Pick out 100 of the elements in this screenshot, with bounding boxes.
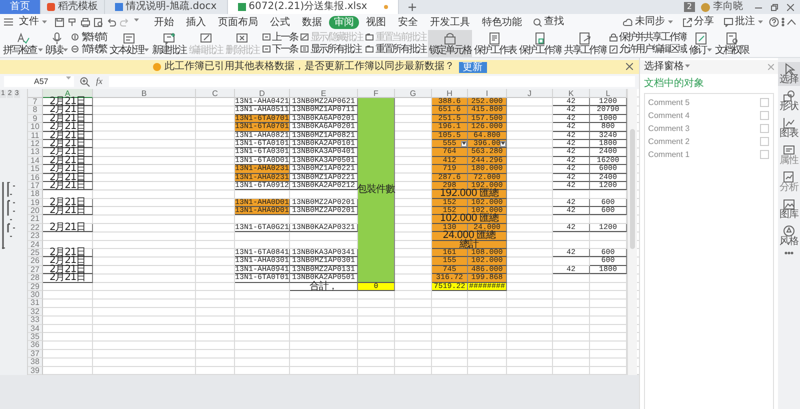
user-name[interactable]: 李向晓 — [713, 0, 743, 14]
format-painter-icon[interactable] — [68, 18, 77, 26]
name-box[interactable]: A57 — [4, 76, 74, 87]
visibility-checkbox[interactable] — [760, 111, 769, 120]
ribbon-tab[interactable]: 开发工具 — [425, 16, 475, 28]
ribbon-button[interactable]: 下一条 — [262, 44, 298, 55]
ribbon-button[interactable]: 朗读 — [44, 30, 70, 57]
collapse-icon[interactable] — [787, 19, 796, 25]
ribbon-tab[interactable]: 插入 — [181, 16, 211, 28]
row-number[interactable]: 13 — [28, 148, 43, 157]
row-number[interactable]: 38 — [28, 358, 43, 366]
zoom-in-icon[interactable] — [80, 76, 90, 86]
column-header[interactable]: C — [196, 89, 235, 98]
ribbon-button[interactable]: 重置所有批注 — [365, 44, 426, 55]
ribbon-tab[interactable]: 页面布局 — [213, 16, 263, 28]
visibility-checkbox[interactable] — [760, 98, 769, 107]
ribbon-tab[interactable]: 视图 — [361, 16, 391, 28]
row-number[interactable]: 7 — [28, 98, 43, 106]
object-item[interactable]: Comment 3 — [648, 124, 690, 133]
visibility-checkbox[interactable] — [760, 124, 769, 133]
side-tool-button[interactable]: 风格 — [778, 224, 800, 248]
ribbon-button[interactable]: 显示所有批注 — [300, 44, 362, 55]
row-number[interactable]: 23 — [28, 232, 43, 241]
row-number[interactable]: 36 — [28, 341, 43, 350]
ribbon-tab[interactable]: 开始 — [149, 16, 179, 28]
object-item[interactable]: Comment 4 — [648, 111, 690, 120]
object-item[interactable]: Comment 2 — [648, 137, 690, 146]
visibility-checkbox[interactable] — [760, 137, 769, 146]
close-icon[interactable] — [787, 4, 794, 10]
row-number[interactable]: 18 — [28, 190, 43, 199]
ribbon-button[interactable]: 保护工作表 — [472, 30, 517, 57]
save-icon[interactable] — [55, 18, 64, 26]
visibility-checkbox[interactable] — [760, 150, 769, 159]
file-menu[interactable]: 文件 — [15, 15, 51, 29]
ribbon-button[interactable]: 锁定单元格 — [428, 30, 472, 57]
ribbon-tab[interactable]: 数据 — [297, 16, 327, 28]
sync-button[interactable]: 未同步 — [619, 15, 677, 29]
ribbon-button[interactable]: 文本处理 — [108, 30, 150, 57]
column-header[interactable]: B — [93, 89, 196, 98]
ribbon-button[interactable]: 保护工作簿 — [518, 30, 562, 57]
comment-button[interactable]: 批注 — [720, 15, 767, 29]
side-tool-button[interactable]: 选择 — [778, 62, 800, 86]
ribbon-button[interactable]: 文档权限 — [714, 30, 750, 57]
ribbon-button[interactable]: 新建批注 — [151, 30, 187, 57]
side-tool-button[interactable]: 图库 — [778, 197, 800, 221]
column-header[interactable]: H — [432, 89, 468, 98]
row-number[interactable]: 25 — [28, 249, 43, 258]
share-button[interactable]: 分享 — [679, 15, 718, 29]
column-header[interactable]: K — [553, 89, 590, 98]
row-number[interactable]: 10 — [28, 123, 43, 132]
row-number[interactable]: 33 — [28, 316, 43, 325]
ribbon-button[interactable]: 拼写检查 — [2, 30, 44, 57]
dropdown-button[interactable] — [461, 140, 467, 147]
row-number[interactable]: 8 — [28, 106, 43, 115]
document-tab[interactable]: 6072(2.21)分送集报.xlsx — [228, 0, 400, 14]
vertical-scrollbar[interactable] — [627, 89, 637, 375]
row-number[interactable]: 20 — [28, 207, 43, 216]
object-item[interactable]: Comment 1 — [648, 150, 690, 159]
row-number[interactable]: 26 — [28, 257, 43, 266]
restore-icon[interactable] — [771, 4, 778, 10]
side-tool-button[interactable]: 形状 — [778, 89, 800, 113]
row-number[interactable]: 31 — [28, 299, 43, 308]
update-button[interactable]: 更新 — [458, 62, 487, 72]
ribbon-button[interactable]: 上一条 — [262, 32, 298, 43]
ribbon-tab[interactable]: 审阅 — [329, 16, 359, 28]
row-number[interactable]: 28 — [28, 274, 43, 283]
undo-icon[interactable] — [107, 18, 116, 26]
ribbon-button[interactable]: 保护并共享工作簿 — [608, 32, 686, 43]
function-button[interactable]: fx — [96, 76, 102, 87]
ribbon-button[interactable]: 修订 — [688, 30, 713, 57]
search-button[interactable]: 查找 — [529, 15, 568, 29]
row-number[interactable]: 21 — [28, 215, 43, 224]
more-icon[interactable] — [784, 251, 794, 255]
dropdown-button[interactable] — [500, 140, 506, 147]
close-icon[interactable] — [626, 63, 634, 70]
object-item[interactable]: Comment 5 — [648, 98, 690, 107]
ribbon-tab[interactable]: 安全 — [393, 16, 423, 28]
print-preview-icon[interactable] — [94, 18, 103, 26]
column-header[interactable]: G — [395, 89, 432, 98]
column-header[interactable]: L — [590, 89, 627, 98]
ribbon-tab[interactable]: 特色功能 — [477, 16, 527, 28]
ribbon-tab[interactable]: 公式 — [265, 16, 295, 28]
ribbon-button[interactable]: 允许用户编辑区域 — [608, 44, 686, 55]
column-header[interactable]: I — [468, 89, 507, 98]
ribbon-button[interactable]: 共享工作簿 — [562, 30, 607, 57]
table-cell: 2月21日 — [43, 257, 93, 266]
menu-icon[interactable] — [4, 18, 13, 26]
more-icon[interactable] — [781, 17, 785, 27]
print-icon[interactable] — [81, 18, 90, 26]
ribbon-button[interactable]: 繁转简 — [71, 32, 107, 43]
document-tab[interactable]: 首页 — [0, 0, 41, 14]
column-header[interactable]: E — [290, 89, 358, 98]
column-header[interactable]: F — [358, 89, 395, 98]
column-header[interactable]: J — [507, 89, 553, 98]
row-number[interactable]: 15 — [28, 165, 43, 174]
help-icon[interactable] — [769, 17, 779, 27]
new-tab-button[interactable]: + — [399, 0, 426, 14]
column-header[interactable]: D — [235, 89, 290, 98]
side-tool-button[interactable]: 图表 — [778, 116, 800, 140]
ribbon-button[interactable]: 简转繁 — [71, 44, 107, 55]
